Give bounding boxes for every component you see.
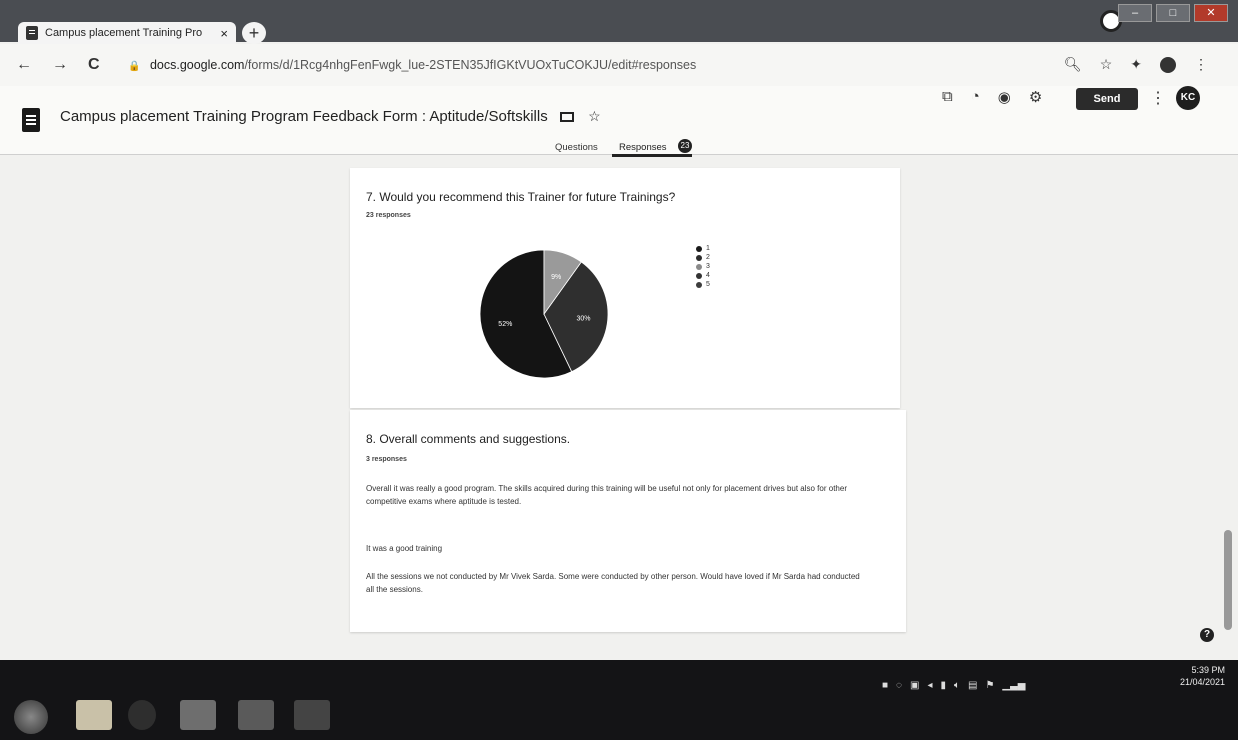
settings-gear-icon[interactable]: ⚙ (1029, 88, 1042, 106)
taskbar-clock[interactable]: 5:39 PM 21/04/2021 (1180, 664, 1225, 688)
page-scrollbar[interactable] (1224, 530, 1232, 630)
legend-dot-icon (696, 254, 702, 261)
new-tab-button[interactable]: + (242, 22, 266, 44)
addon-icon[interactable]: ⧉ (942, 88, 953, 106)
legend-label: 5 (706, 281, 710, 288)
legend-item-5: 5 (696, 280, 710, 289)
response-pie-chart: 52% 30% 9% (479, 249, 609, 379)
browser-tab[interactable]: Campus placement Training Pro × (18, 22, 236, 44)
document-taskbar-icon[interactable] (294, 700, 330, 730)
active-tab-indicator (612, 154, 692, 157)
form-title[interactable]: Campus placement Training Program Feedba… (60, 108, 548, 125)
tab-responses[interactable]: Responses (619, 142, 667, 153)
legend-dot-icon (696, 245, 702, 252)
question-7-title: 7. Would you recommend this Trainer for … (366, 190, 676, 204)
tab-title: Campus placement Training Pro (45, 27, 203, 39)
legend-dot-icon (696, 263, 702, 270)
system-tray: ■ ◌ ▣ ◂ ▮ 🔈︎ ▤ ⚑ ▁▃▅ (882, 680, 1026, 691)
account-avatar[interactable]: KC (1176, 86, 1200, 110)
legend-label: 1 (706, 245, 710, 252)
browser-avatar[interactable] (1160, 56, 1176, 73)
start-button[interactable] (14, 700, 48, 734)
legend-item-3: 3 (696, 262, 710, 271)
reload-button[interactable]: C (88, 56, 100, 74)
minimize-button[interactable]: – (1118, 4, 1152, 22)
url-field[interactable]: 🔒 docs.google.com/forms/d/1Rcg4nhgFenFwg… (128, 58, 696, 72)
tab-close-icon[interactable]: × (220, 26, 228, 41)
google-forms-favicon-icon (26, 26, 38, 40)
maximize-button[interactable]: □ (1156, 4, 1190, 22)
question-8-response-count: 3 responses (366, 456, 407, 463)
browser-menu-icon[interactable]: ⋮ (1194, 56, 1208, 73)
star-icon[interactable]: ☆ (588, 108, 601, 124)
tray-volume-icon[interactable]: 🔈︎ (954, 680, 960, 691)
question-7-card: 7. Would you recommend this Trainer for … (350, 168, 900, 408)
tray-flag-icon[interactable]: ⚑ (985, 680, 994, 691)
tray-shield-icon[interactable]: ▣ (910, 680, 919, 691)
extensions-pin-icon[interactable]: ✦ (1130, 56, 1142, 73)
legend-dot-icon (696, 272, 702, 279)
pie-label-4: 30% (577, 315, 591, 322)
question-8-card: 8. Overall comments and suggestions. 3 r… (350, 410, 906, 632)
lock-icon: 🔒 (128, 61, 141, 72)
window-controls: – □ ✕ (1118, 4, 1228, 22)
send-button[interactable]: Send (1076, 88, 1138, 110)
close-window-button[interactable]: ✕ (1194, 4, 1228, 22)
address-bar: ← → C 🔒 docs.google.com/forms/d/1Rcg4nhg… (0, 44, 1238, 87)
legend-dot-icon (696, 281, 702, 288)
legend-item-1: 1 (696, 244, 710, 253)
forward-button[interactable]: → (52, 56, 68, 74)
responses-count-badge: 23 (678, 139, 692, 153)
tray-arrow-icon[interactable]: ◂ (927, 680, 932, 691)
more-options-icon[interactable]: ⋮ (1150, 88, 1166, 108)
google-forms-icon[interactable] (22, 108, 40, 132)
comment-3: All the sessions we not conducted by Mr … (366, 572, 860, 594)
tray-app-icon[interactable]: ■ (882, 680, 888, 691)
pie-label-3: 9% (551, 274, 561, 281)
form-title-row: Campus placement Training Program Feedba… (60, 108, 601, 125)
chrome-taskbar-icon[interactable] (180, 700, 216, 730)
preview-eye-icon[interactable]: ◉ (998, 88, 1011, 106)
comment-2: It was a good training (366, 544, 443, 553)
url-host: docs.google.com (149, 58, 245, 72)
question-8-title: 8. Overall comments and suggestions. (366, 432, 571, 446)
legend-label: 2 (706, 254, 710, 261)
tray-battery-icon[interactable]: ▮ (940, 680, 946, 691)
browser-tab-bar: Campus placement Training Pro × + – □ ✕ (0, 0, 1238, 44)
tray-network-icon[interactable]: ▤ (968, 680, 977, 691)
tray-sync-icon[interactable]: ◌ (896, 680, 902, 691)
windows-taskbar: ■ ◌ ▣ ◂ ▮ 🔈︎ ▤ ⚑ ▁▃▅ 5:39 PM 21/04/2021 (0, 660, 1238, 740)
question-7-response-count: 23 responses (366, 212, 411, 219)
browser-toolbar-right: 🔍︎ ☆ ✦ ⋮ (1064, 56, 1208, 73)
legend-item-2: 2 (696, 253, 710, 262)
media-player-taskbar-icon[interactable] (128, 700, 156, 730)
folder-icon[interactable] (559, 112, 574, 123)
pie-legend: 1 2 3 4 5 (696, 244, 710, 289)
legend-label: 4 (706, 272, 710, 279)
tab-questions[interactable]: Questions (555, 142, 598, 153)
url-path: /forms/d/1Rcg4nhgFenFwgk_lue-2STEN35JfIG… (244, 58, 697, 72)
help-icon[interactable]: ? (1200, 628, 1214, 642)
pie-label-5: 52% (498, 321, 512, 328)
file-explorer-taskbar-icon[interactable] (76, 700, 112, 730)
back-button[interactable]: ← (16, 56, 32, 74)
bookmark-star-icon[interactable]: ☆ (1100, 56, 1113, 73)
comment-1: Overall it was really a good program. Th… (366, 484, 847, 506)
legend-item-4: 4 (696, 271, 710, 280)
palette-icon[interactable]: ◔ (971, 88, 980, 106)
tray-signal-icon[interactable]: ▁▃▅ (1002, 680, 1025, 691)
search-icon[interactable]: 🔍︎ (1064, 56, 1082, 73)
app-taskbar-icon[interactable] (238, 700, 274, 730)
header-icons: ⧉ ◔ ◉ ⚙ (942, 88, 1042, 106)
clock-date: 21/04/2021 (1180, 677, 1226, 687)
clock-time: 5:39 PM (1191, 665, 1226, 675)
legend-label: 3 (706, 263, 710, 270)
